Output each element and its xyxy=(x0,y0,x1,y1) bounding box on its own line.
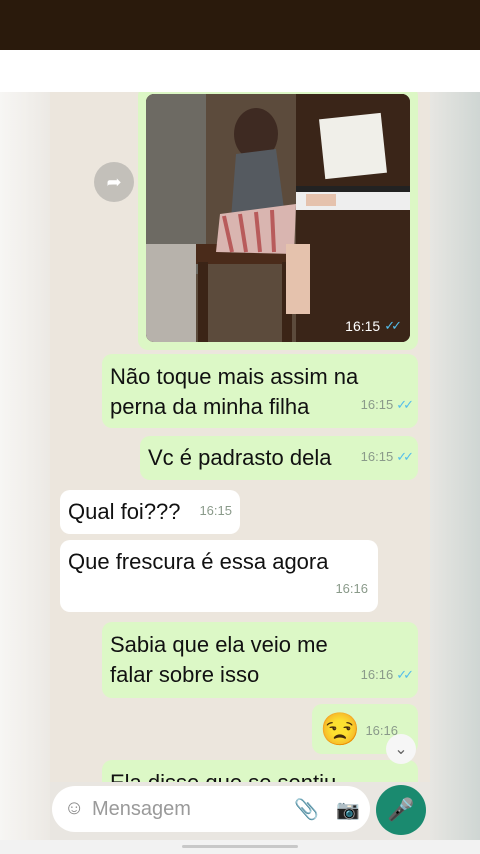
message-input-bar[interactable]: ☺ Mensagem 📎 📷 xyxy=(52,786,370,832)
double-check-icon: ✓✓ xyxy=(396,449,414,464)
header-band xyxy=(0,50,480,92)
emoji-icon[interactable]: ☺ xyxy=(64,797,84,820)
message-bubble[interactable]: Qual foi??? 16:15 xyxy=(60,490,240,534)
emoji-message: 😒 xyxy=(320,711,360,747)
forward-icon[interactable]: ➦ xyxy=(94,162,134,202)
message-bubble[interactable]: Ela disse que se sentiu xyxy=(102,760,418,782)
double-check-icon: ✓✓ xyxy=(396,667,414,682)
double-check-icon: ✓✓ xyxy=(384,318,402,333)
message-time: 16:15 ✓✓ xyxy=(361,390,414,420)
paperclip-icon[interactable]: 📎 xyxy=(294,797,319,822)
message-bubble[interactable]: Vc é padrasto dela 16:15 ✓✓ xyxy=(140,436,418,480)
message-text: Sabia que ela veio me falar sobre isso xyxy=(110,632,328,687)
camera-icon[interactable]: 📷 xyxy=(336,798,360,822)
chevron-down-icon[interactable]: ⌄ xyxy=(386,734,416,764)
message-time: 16:15 ✓✓ xyxy=(361,442,414,472)
microphone-icon[interactable]: 🎤 xyxy=(376,785,426,835)
double-check-icon: ✓✓ xyxy=(396,397,414,412)
image-message[interactable]: 16:15 ✓✓ xyxy=(138,92,418,350)
message-time: 16:16 ✓✓ xyxy=(361,660,414,690)
message-time: 16:16 xyxy=(335,581,368,596)
message-time: 16:15 xyxy=(199,503,232,518)
message-text: Não toque mais assim na perna da minha f… xyxy=(110,364,359,419)
message-text: Qual foi??? xyxy=(68,499,181,524)
right-edge xyxy=(430,92,480,854)
message-text: Que frescura é essa agora xyxy=(68,549,329,574)
home-indicator xyxy=(182,845,298,848)
message-text: Ela disse que se sentiu xyxy=(110,768,336,782)
photo-illustration xyxy=(146,94,410,342)
message-time: 16:15 ✓✓ xyxy=(345,318,402,334)
status-bar xyxy=(0,0,480,50)
message-text: Vc é padrasto dela xyxy=(148,445,332,470)
message-bubble[interactable]: Que frescura é essa agora 16:16 xyxy=(60,540,378,612)
message-input[interactable]: Mensagem xyxy=(92,798,191,821)
chat-area[interactable]: 16:15 ✓✓ ➦ Não toque mais assim na perna… xyxy=(0,92,480,782)
message-photo[interactable]: 16:15 ✓✓ xyxy=(146,94,410,342)
left-edge xyxy=(0,92,50,854)
message-bubble[interactable]: Sabia que ela veio me falar sobre isso 1… xyxy=(102,622,418,698)
message-bubble[interactable]: Não toque mais assim na perna da minha f… xyxy=(102,354,418,428)
